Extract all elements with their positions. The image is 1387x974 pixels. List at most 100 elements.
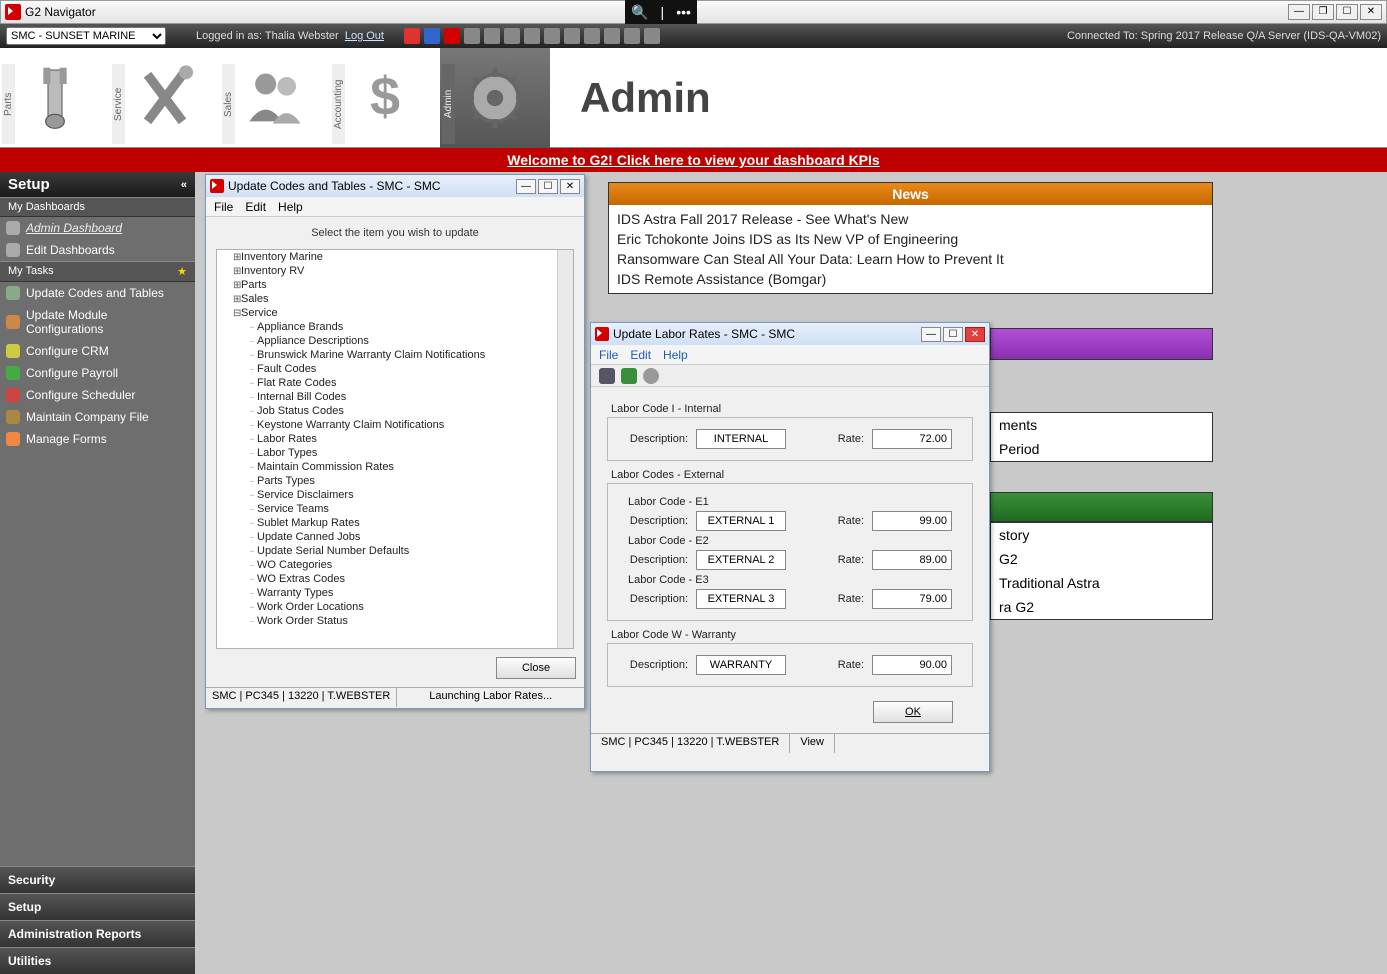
uc-minimize-button[interactable]: — <box>516 179 536 194</box>
sidebar-setup-head[interactable]: Setup« <box>0 172 195 197</box>
uc-menu-edit[interactable]: Edit <box>245 200 266 214</box>
sidebar-item-maintain-company[interactable]: Maintain Company File <box>0 406 195 428</box>
refresh-icon[interactable] <box>621 368 637 384</box>
tree-leaf[interactable]: WO Categories <box>249 558 573 572</box>
tree-leaf[interactable]: Appliance Brands <box>249 320 573 334</box>
uc-tree[interactable]: Inventory Marine Inventory RV Parts Sale… <box>216 249 574 649</box>
link-partial[interactable]: ra G2 <box>991 595 1212 619</box>
toolbar-icon-6[interactable] <box>504 28 520 44</box>
e2-rate-input[interactable] <box>872 550 952 570</box>
toolbar-icon-8[interactable] <box>544 28 560 44</box>
close-button[interactable]: ✕ <box>1360 4 1382 20</box>
sidebar-item-manage-forms[interactable]: Manage Forms <box>0 428 195 450</box>
link-partial[interactable]: ments <box>991 413 1212 437</box>
link-partial[interactable]: G2 <box>991 547 1212 571</box>
toolbar-icon-11[interactable] <box>604 28 620 44</box>
sidebar-item-update-modules[interactable]: Update Module Configurations <box>0 304 195 340</box>
logout-link[interactable]: Log Out <box>345 30 384 42</box>
uc-menu-file[interactable]: File <box>214 200 233 214</box>
restore-button[interactable]: ❐ <box>1312 4 1334 20</box>
lr-maximize-button[interactable]: ☐ <box>943 327 963 342</box>
location-select[interactable]: SMC - SUNSET MARINE <box>6 27 166 45</box>
tree-node-service[interactable]: Service <box>233 306 573 320</box>
toolbar-icon-1[interactable] <box>404 28 420 44</box>
tree-leaf[interactable]: Maintain Commission Rates <box>249 460 573 474</box>
tree-leaf[interactable]: Internal Bill Codes <box>249 390 573 404</box>
cancel-icon[interactable] <box>643 368 659 384</box>
tree-leaf[interactable]: Sublet Markup Rates <box>249 516 573 530</box>
toolbar-icon-4[interactable] <box>464 28 480 44</box>
tab-service[interactable]: Service <box>110 48 220 148</box>
tree-leaf[interactable]: Appliance Descriptions <box>249 334 573 348</box>
news-item[interactable]: Eric Tchokonte Joins IDS as Its New VP o… <box>617 229 1204 249</box>
uc-titlebar[interactable]: Update Codes and Tables - SMC - SMC — ☐ … <box>206 175 584 197</box>
tab-parts[interactable]: Parts <box>0 48 110 148</box>
news-item[interactable]: IDS Remote Assistance (Bomgar) <box>617 269 1204 289</box>
uc-menu-help[interactable]: Help <box>278 200 303 214</box>
internal-rate-input[interactable] <box>872 429 952 449</box>
news-item[interactable]: Ransomware Can Steal All Your Data: Lear… <box>617 249 1204 269</box>
lr-menu-file[interactable]: File <box>599 348 618 362</box>
sidebar-bottom-reports[interactable]: Administration Reports <box>0 920 195 947</box>
overlay-more-icon[interactable]: ••• <box>676 4 691 20</box>
e3-desc-input[interactable] <box>696 589 786 609</box>
internal-desc-input[interactable] <box>696 429 786 449</box>
warranty-desc-input[interactable] <box>696 655 786 675</box>
link-partial[interactable]: Traditional Astra <box>991 571 1212 595</box>
lr-minimize-button[interactable]: — <box>921 327 941 342</box>
toolbar-icon-10[interactable] <box>584 28 600 44</box>
uc-scrollbar[interactable] <box>557 250 573 648</box>
tree-leaf[interactable]: Update Serial Number Defaults <box>249 544 573 558</box>
tree-leaf[interactable]: Job Status Codes <box>249 404 573 418</box>
tree-leaf[interactable]: Labor Rates <box>249 432 573 446</box>
toolbar-icon-12[interactable] <box>624 28 640 44</box>
minimize-button[interactable]: — <box>1288 4 1310 20</box>
sidebar-item-admin-dashboard[interactable]: Admin Dashboard <box>0 217 195 239</box>
lr-titlebar[interactable]: Update Labor Rates - SMC - SMC — ☐ ✕ <box>591 323 989 345</box>
sidebar-item-configure-payroll[interactable]: Configure Payroll <box>0 362 195 384</box>
lr-menu-edit[interactable]: Edit <box>630 348 651 362</box>
sidebar-item-configure-scheduler[interactable]: Configure Scheduler <box>0 384 195 406</box>
lr-menu-help[interactable]: Help <box>663 348 688 362</box>
tree-leaf[interactable]: Work Order Locations <box>249 600 573 614</box>
star-icon[interactable]: ★ <box>177 265 187 278</box>
tree-leaf[interactable]: Parts Types <box>249 474 573 488</box>
link-partial[interactable]: Period <box>991 437 1212 461</box>
e1-desc-input[interactable] <box>696 511 786 531</box>
lr-ok-button[interactable]: OK <box>873 701 953 723</box>
toolbar-icon-7[interactable] <box>524 28 540 44</box>
toolbar-icon-9[interactable] <box>564 28 580 44</box>
lr-status-right[interactable]: View <box>790 734 835 753</box>
warranty-rate-input[interactable] <box>872 655 952 675</box>
link-partial[interactable]: story <box>991 523 1212 547</box>
tab-admin[interactable]: Admin <box>440 48 550 148</box>
kpi-banner[interactable]: Welcome to G2! Click here to view your d… <box>0 148 1387 172</box>
sidebar-item-edit-dashboards[interactable]: Edit Dashboards <box>0 239 195 261</box>
maximize-button[interactable]: ☐ <box>1336 4 1358 20</box>
zoom-icon[interactable]: 🔍 <box>631 4 648 21</box>
e3-rate-input[interactable] <box>872 589 952 609</box>
tree-leaf[interactable]: Warranty Types <box>249 586 573 600</box>
uc-close-btn[interactable]: Close <box>496 657 576 679</box>
tree-leaf[interactable]: Service Teams <box>249 502 573 516</box>
toolbar-icon-5[interactable] <box>484 28 500 44</box>
tree-leaf[interactable]: Update Canned Jobs <box>249 530 573 544</box>
e2-desc-input[interactable] <box>696 550 786 570</box>
tree-node[interactable]: Sales <box>233 292 573 306</box>
sidebar-item-configure-crm[interactable]: Configure CRM <box>0 340 195 362</box>
sidebar-bottom-utilities[interactable]: Utilities <box>0 947 195 974</box>
save-icon[interactable] <box>599 368 615 384</box>
toolbar-icon-13[interactable] <box>644 28 660 44</box>
tree-node[interactable]: Inventory Marine <box>233 250 573 264</box>
sidebar-bottom-security[interactable]: Security <box>0 866 195 893</box>
tree-node[interactable]: Parts <box>233 278 573 292</box>
tab-sales[interactable]: Sales <box>220 48 330 148</box>
tab-accounting[interactable]: Accounting $ <box>330 48 440 148</box>
tree-leaf[interactable]: Service Disclaimers <box>249 488 573 502</box>
toolbar-icon-2[interactable] <box>424 28 440 44</box>
tree-leaf[interactable]: Flat Rate Codes <box>249 376 573 390</box>
tree-leaf[interactable]: Labor Types <box>249 446 573 460</box>
tree-node[interactable]: Inventory RV <box>233 264 573 278</box>
tree-leaf[interactable]: Brunswick Marine Warranty Claim Notifica… <box>249 348 573 362</box>
tree-leaf[interactable]: Keystone Warranty Claim Notifications <box>249 418 573 432</box>
